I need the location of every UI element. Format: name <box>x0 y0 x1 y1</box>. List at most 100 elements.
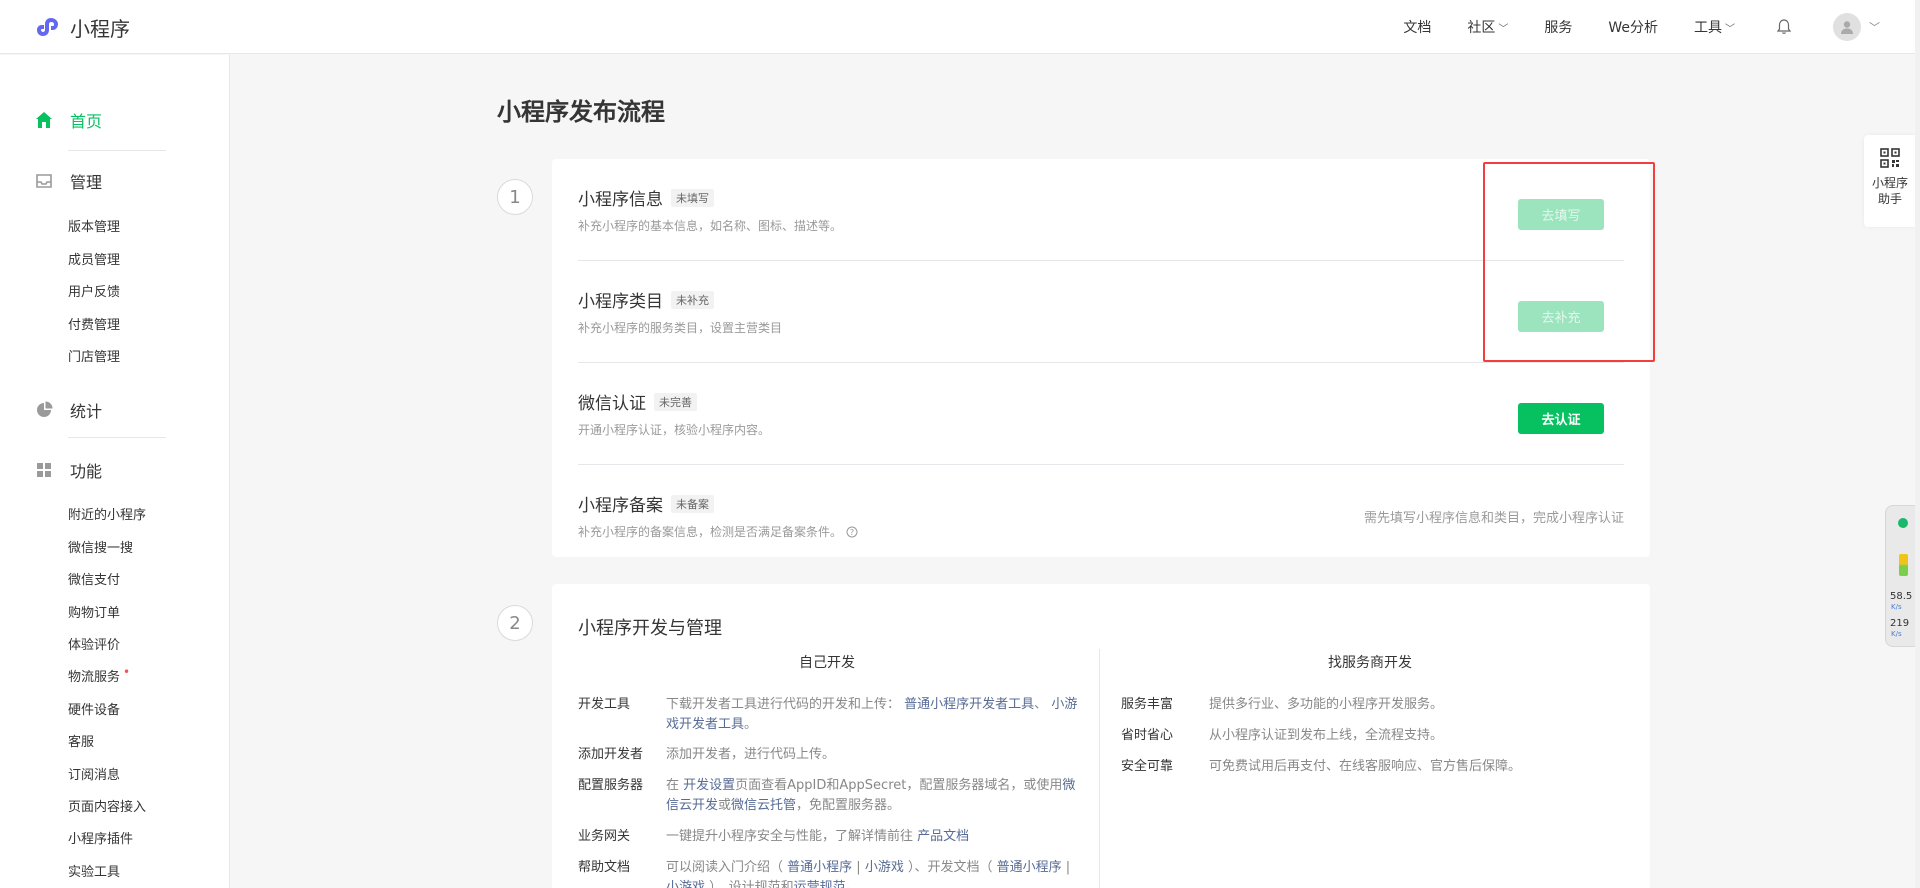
product-docs-link[interactable]: 产品文档 <box>917 829 969 844</box>
status-badge: 未补充 <box>671 290 714 309</box>
sidebar-item-label: 物流服务 <box>68 670 121 685</box>
divider <box>68 437 166 438</box>
card-title: 小程序开发与管理 <box>578 618 722 639</box>
item-tail: 。 <box>744 717 758 732</box>
step-number: 2 <box>497 605 533 641</box>
nav-service[interactable]: 服务 <box>1544 17 1572 37</box>
miniprogram-logo-icon <box>37 17 58 36</box>
sidebar-item-customer-service[interactable]: 客服 <box>68 731 94 750</box>
sidebar-item-lab-tools[interactable]: 实验工具 <box>68 861 120 880</box>
inbox-icon <box>36 174 52 188</box>
verify-button[interactable]: 去认证 <box>1518 403 1604 434</box>
sidebar-item-subscription[interactable]: 订阅消息 <box>68 764 120 783</box>
item-value: 下载开发者工具进行代码的开发和上传： 普通小程序开发者工具、 小游戏开发者工具。 <box>666 695 1086 735</box>
cloud-hosting-link[interactable]: 微信云托管 <box>731 798 796 813</box>
nav-tools[interactable]: 工具 ﹀ <box>1694 17 1735 37</box>
item-value: 在 开发设置页面查看AppID和AppSecret，配置服务器域名，或使用微信云… <box>666 776 1086 816</box>
user-menu[interactable]: ﹀ <box>1833 13 1880 41</box>
svg-text:?: ? <box>850 528 854 537</box>
provider-dev-heading: 找服务商开发 <box>1328 655 1412 671</box>
nav-community[interactable]: 社区 ﹀ <box>1467 17 1508 37</box>
column-divider <box>1099 649 1100 888</box>
sidebar-section-features[interactable]: 功能 <box>34 458 102 482</box>
sidebar-item-feedback[interactable]: 用户反馈 <box>68 281 120 300</box>
provider-item-rich: 服务丰富 提供多行业、多功能的小程序开发服务。 <box>1121 695 1621 715</box>
self-dev-item-add-dev: 添加开发者 添加开发者，进行代码上传。 <box>578 745 1098 765</box>
grid-icon <box>37 463 51 477</box>
sidebar-item-version[interactable]: 版本管理 <box>68 216 120 235</box>
step-row-category: 小程序类目 未补充 补充小程序的服务类目，设置主营类目 去补充 <box>578 261 1624 363</box>
sidebar-item-page-content[interactable]: 页面内容接入 <box>68 796 146 815</box>
provider-item-easy: 省时省心 从小程序认证到发布上线，全流程支持。 <box>1121 726 1621 746</box>
step-row-verification: 微信认证 未完善 开通小程序认证，核验小程序内容。 去认证 <box>578 363 1624 465</box>
assistant-label-line1: 小程序 <box>1871 176 1908 190</box>
item-value: 从小程序认证到发布上线，全流程支持。 <box>1209 728 1444 743</box>
bell-icon[interactable] <box>1775 18 1793 36</box>
new-dot-badge: • <box>123 665 131 679</box>
sidebar-section-label: 管理 <box>70 173 103 192</box>
status-dot <box>1898 518 1908 528</box>
sidebar-item-search[interactable]: 微信搜一搜 <box>68 537 133 556</box>
intro-miniprogram-link[interactable]: 普通小程序 <box>787 860 852 875</box>
sidebar-item-members[interactable]: 成员管理 <box>68 249 120 268</box>
sidebar-section-manage[interactable]: 管理 <box>34 169 102 193</box>
docs-minigame-link[interactable]: 小游戏 <box>666 880 705 888</box>
sidebar-item-hardware[interactable]: 硬件设备 <box>68 699 120 718</box>
dev-settings-link[interactable]: 开发设置 <box>683 778 735 793</box>
row-description: 补充小程序的基本信息，如名称、图标、描述等。 <box>578 219 843 233</box>
sidebar-item-plugins[interactable]: 小程序插件 <box>68 828 133 847</box>
nav-docs[interactable]: 文档 <box>1403 17 1431 37</box>
row-title: 微信认证 <box>578 394 646 414</box>
sidebar-item-wechat-pay[interactable]: 微信支付 <box>68 569 120 588</box>
sidebar-item-stores[interactable]: 门店管理 <box>68 346 120 365</box>
status-badge: 未备案 <box>671 494 714 513</box>
publish-steps-card: 小程序信息 未填写 补充小程序的基本信息，如名称、图标、描述等。 去填写 小程序类… <box>552 159 1650 557</box>
avatar <box>1833 13 1861 41</box>
item-sep: | <box>852 860 865 875</box>
brand-name: 小程序 <box>70 17 130 41</box>
sidebar-item-home[interactable]: 首页 <box>34 108 102 132</box>
miniprogram-assistant-button[interactable]: 小程序 助手 <box>1864 135 1916 227</box>
home-icon <box>36 112 52 128</box>
miniprogram-devtools-link[interactable]: 普通小程序开发者工具 <box>904 697 1034 712</box>
sidebar-item-nearby[interactable]: 附近的小程序 <box>68 504 146 523</box>
step-row-filing: 小程序备案 未备案 补充小程序的备案信息，检测是否满足备案条件。 ? 需先填写小程… <box>578 465 1624 567</box>
nav-analytics[interactable]: We分析 <box>1608 17 1658 37</box>
item-text: 下载开发者工具进行代码的开发和上传： <box>666 697 901 712</box>
sidebar-section-stats[interactable]: 统计 <box>34 398 102 422</box>
sidebar-section-label: 统计 <box>70 402 103 421</box>
add-category-button[interactable]: 去补充 <box>1518 301 1604 332</box>
chevron-down-icon: ﹀ <box>1869 21 1880 34</box>
sidebar-item-reviews[interactable]: 体验评价 <box>68 634 120 653</box>
item-text: 一键提升小程序安全与性能，了解详情前往 <box>666 829 918 844</box>
docs-miniprogram-link[interactable]: 普通小程序 <box>997 860 1062 875</box>
assistant-label: 小程序 助手 <box>1872 175 1908 207</box>
vertical-scrollbar[interactable] <box>1915 0 1920 888</box>
self-dev-item-tools: 开发工具 下载开发者工具进行代码的开发和上传： 普通小程序开发者工具、 小游戏开… <box>578 695 1098 735</box>
item-key: 开发工具 <box>578 697 631 712</box>
assistant-label-line2: 助手 <box>1877 192 1902 206</box>
status-badge: 未完善 <box>654 392 697 411</box>
item-key: 添加开发者 <box>578 747 644 762</box>
sidebar-item-payment-manage[interactable]: 付费管理 <box>68 314 120 333</box>
fill-info-button[interactable]: 去填写 <box>1518 199 1604 230</box>
item-tail: ）、开发文档（ <box>903 860 997 875</box>
download-speed-value: 219 <box>1890 618 1910 629</box>
status-badge: 未填写 <box>671 188 714 207</box>
item-mid2: 或 <box>718 798 732 813</box>
sidebar-section-label: 功能 <box>70 462 103 481</box>
sidebar: 首页 管理 版本管理 成员管理 用户反馈 付费管理 门店管理 统计 功能 附近的… <box>0 55 230 888</box>
download-speed-unit: K/s <box>1891 630 1902 638</box>
upload-speed-unit: K/s <box>1891 603 1902 611</box>
upload-speed-value: 58.5 <box>1890 591 1913 602</box>
qr-code-icon <box>1880 148 1900 168</box>
help-circle-icon[interactable]: ? <box>846 526 858 538</box>
item-key: 安全可靠 <box>1121 759 1174 774</box>
item-key: 服务丰富 <box>1121 697 1174 712</box>
top-navbar: 小程序 文档 社区 ﹀ 服务 We分析 工具 ﹀ ﹀ <box>0 0 1920 54</box>
ops-rules-link[interactable]: 运营规范 <box>794 880 846 888</box>
sidebar-item-logistics[interactable]: 物流服务 • <box>68 665 131 685</box>
sidebar-item-orders[interactable]: 购物订单 <box>68 602 120 621</box>
intro-minigame-link[interactable]: 小游戏 <box>865 860 904 875</box>
brand[interactable]: 小程序 <box>34 13 130 42</box>
